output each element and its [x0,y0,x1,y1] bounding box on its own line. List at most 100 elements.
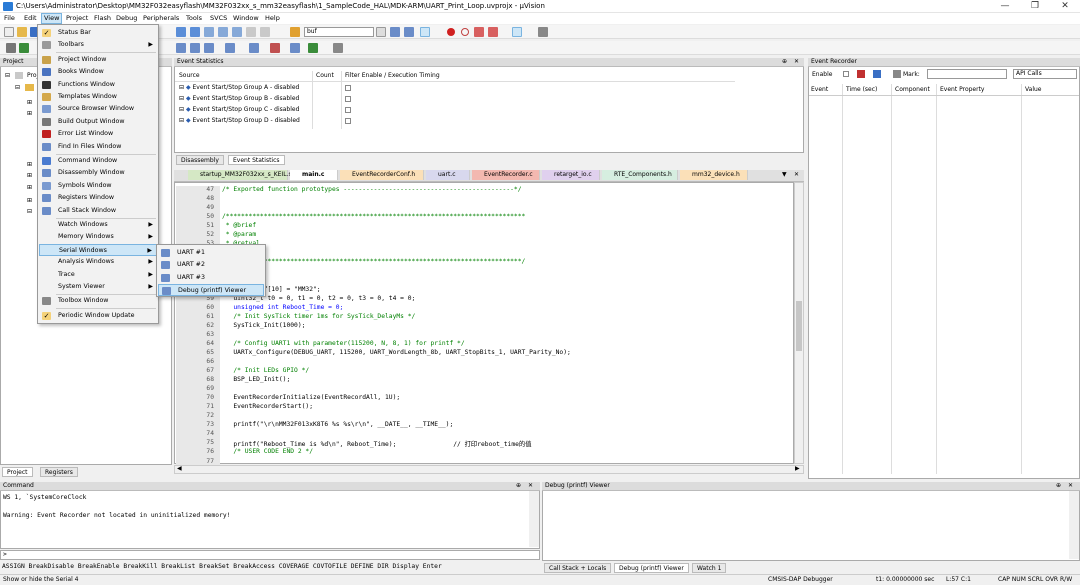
code-line[interactable]: EventRecorderStart(); [222,403,313,410]
column-filter[interactable]: Filter Enable / Execution Timing [345,72,440,79]
menu-tools[interactable]: Tools [186,14,202,22]
watch-window-icon[interactable] [249,43,259,53]
close-panel-icon[interactable]: ✕ [1068,482,1073,490]
menu-item-toolbox-window[interactable]: Toolbox Window [39,295,157,307]
table-row[interactable]: ⊟ ◆ Event Start/Stop Group C - disabled [179,106,299,113]
menu-item-registers-window[interactable]: Registers Window [39,192,157,204]
tree-expander-icon[interactable]: ⊟ [15,84,20,91]
code-line[interactable]: /***************************************… [222,213,525,220]
tree-expander-icon[interactable]: ⊞ [27,110,32,117]
menu-item-watch-windows[interactable]: Watch Windows ▶ [39,219,157,231]
debug-viewer-scrollbar[interactable] [1069,491,1079,559]
scrollbar-thumb[interactable] [796,301,802,351]
file-tab-startup[interactable]: startup_MM32F032xx_s_KEIL.s [188,170,292,180]
pin-icon[interactable]: ⊕ [516,482,521,490]
mark-input[interactable] [927,69,1007,79]
open-folder-icon[interactable] [17,27,27,37]
editor-vertical-scrollbar[interactable] [794,182,804,464]
menu-item-uart-2[interactable]: UART #2 [158,259,264,271]
menu-item-call-stack-window[interactable]: Call Stack Window [39,205,157,217]
menu-item-toolbars[interactable]: Toolbars ▶ [39,39,157,51]
next-bookmark-icon[interactable] [232,27,242,37]
code-line[interactable]: printf("Reboot_Time is %d\n", Reboot_Tim… [222,439,531,448]
scroll-left-icon[interactable]: ◀ [177,465,182,472]
menu-item-error-list-window[interactable]: Error List Window [39,128,157,140]
disable-breakpoint-icon[interactable] [461,28,469,36]
tree-expander-icon[interactable]: ⊞ [27,197,32,204]
code-line[interactable]: * @brief [222,222,256,229]
unindent-icon[interactable] [260,27,270,37]
kill-all-breakpoints-icon[interactable] [488,27,498,37]
filter-checkbox[interactable] [345,84,351,91]
find-icon[interactable] [290,27,300,37]
menu-item-analysis-windows[interactable]: Analysis Windows ▶ [39,256,157,268]
code-line[interactable]: EventRecorderInitialize(EventRecordAll, … [222,394,400,401]
call-stack-window-icon[interactable] [225,43,235,53]
menu-item-build-output-window[interactable]: Build Output Window [39,116,157,128]
tree-expander-icon[interactable]: ⊞ [27,161,32,168]
code-line[interactable]: /* Init LEDs GPIO */ [222,367,309,374]
close-panel-icon[interactable]: ✕ [528,482,533,490]
save-log-icon[interactable] [873,70,881,78]
code-line[interactable]: * @param [222,231,256,238]
menu-help[interactable]: Help [265,14,280,22]
code-line[interactable]: /* Config UART1 with parameter(115200, N… [222,340,464,347]
command-window-icon[interactable] [176,43,186,53]
configure-icon[interactable] [538,27,548,37]
table-row[interactable]: ⊟ ◆ Event Start/Stop Group D - disabled [179,117,300,124]
pin-icon[interactable]: ⊕ [782,58,787,66]
tab-project[interactable]: Project [2,467,33,477]
code-line[interactable]: printf("\r\nMM32F013xK8T6 %s %s\r\n", __… [222,421,453,428]
tree-expander-icon[interactable]: ⊟ [5,72,10,79]
tab-registers[interactable]: Registers [40,467,78,477]
code-line[interactable]: SysTick_Init(1000); [222,322,305,329]
filter-icon[interactable] [893,70,901,78]
menu-edit[interactable]: Edit [24,14,37,22]
file-tab-eventrecorderconf[interactable]: EventRecorderConf.h [340,170,424,180]
tab-list-icon[interactable]: ▼ [782,171,787,178]
toolbox-icon[interactable] [333,43,343,53]
close-tab-icon[interactable]: ✕ [794,171,799,178]
breakpoint-icon[interactable] [447,28,455,36]
file-tab-rte-components[interactable]: RTE_Components.h [602,170,678,180]
column-time[interactable]: Time (sec) [846,86,877,93]
menu-item-functions-window[interactable]: Functions Window [39,79,157,91]
incremental-find-icon[interactable] [404,27,414,37]
editor-horizontal-scrollbar[interactable]: ◀ ▶ [174,465,804,474]
kill-breakpoints-icon[interactable] [474,27,484,37]
code-line[interactable]: /* USER CODE END 2 */ [222,448,313,455]
menu-item-disassembly-window[interactable]: Disassembly Window [39,167,157,179]
file-tab-retarget-io[interactable]: retarget_io.c [542,170,600,180]
table-row[interactable]: ⊟ ◆ Event Start/Stop Group A - disabled [179,84,299,91]
table-row[interactable]: ⊟ ◆ Event Start/Stop Group B - disabled [179,95,299,102]
column-value[interactable]: Value [1025,86,1041,93]
tree-expander-icon[interactable]: ⊞ [27,99,32,106]
menu-item-books-window[interactable]: Books Window [39,66,157,78]
menu-window[interactable]: Window [233,14,259,22]
command-input[interactable]: > [0,550,540,560]
scroll-right-icon[interactable]: ▶ [795,465,800,472]
menu-debug[interactable]: Debug [116,14,137,22]
window-layout-icon[interactable] [512,27,522,37]
indent-icon[interactable] [246,27,256,37]
reset-icon[interactable] [6,43,16,53]
new-file-icon[interactable] [4,27,14,37]
tree-expander-icon[interactable]: ⊞ [27,172,32,179]
disassembly-window-icon[interactable] [190,43,200,53]
menu-item-find-in-files-window[interactable]: Find In Files Window [39,141,157,153]
tab-event-statistics[interactable]: Event Statistics [228,155,285,165]
debug-session-icon[interactable] [420,27,430,37]
menu-item-status-bar[interactable]: ✓ Status Bar [39,27,157,39]
menu-item-periodic-window-update[interactable]: ✓ Periodic Window Update [39,310,157,322]
menu-item-trace[interactable]: Trace ▶ [39,269,157,281]
navigate-forward-icon[interactable] [190,27,200,37]
navigate-back-icon[interactable] [176,27,186,37]
debug-viewer-output[interactable] [542,491,1080,561]
column-event-property[interactable]: Event Property [940,86,984,93]
bookmark-icon[interactable] [204,27,214,37]
menu-item-serial-windows[interactable]: Serial Windows ▶ [39,243,157,256]
code-line[interactable]: /* Init SysTick timer 1ms for SysTick_De… [222,313,415,320]
tab-debug-viewer[interactable]: Debug (printf) Viewer [614,563,689,573]
menu-svcs[interactable]: SVCS [210,14,227,22]
prev-bookmark-icon[interactable] [218,27,228,37]
